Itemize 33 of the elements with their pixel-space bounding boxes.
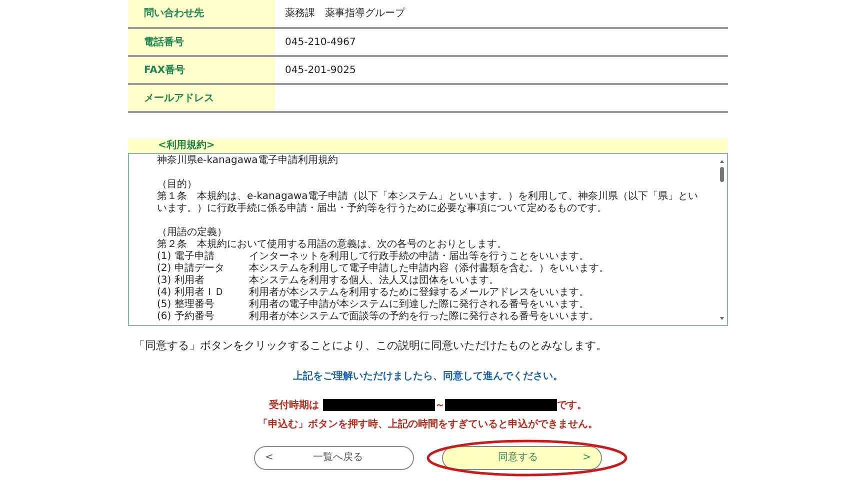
- definition-text: 本システムを利用して電子申請した申請内容（添付書類を含む。）をいいます。: [249, 263, 609, 274]
- field-value: 045-210-4967: [275, 28, 728, 56]
- definition-text: 利用者が本システムで面談等の予約を行った際に発行される番号をいいます。: [249, 311, 599, 323]
- warning-text: 「申込む」ボタンを押す時、上記の時間をすぎていると申込ができません。: [257, 418, 599, 432]
- terms-line: 第２条 本規約において使用する用語の意義は、次の各号のとおりとします。: [157, 239, 508, 250]
- definition-text: 利用者の電子申請が本システムに到達した際に発行される番号をいいます。: [249, 299, 589, 310]
- back-button[interactable]: < 一覧へ戻る: [254, 446, 414, 470]
- definition-term: (2) 申請データ: [157, 263, 226, 274]
- agree-button[interactable]: 同意する >: [442, 446, 602, 470]
- terms-line: 神奈川県e-kanagawa電子申請利用規約: [157, 155, 339, 167]
- definition-text: 利用者が本システムを利用するために登録するメールアドレスをいいます。: [249, 287, 589, 298]
- definition-term: (1) 電子申請: [157, 251, 216, 262]
- terms-line: 第１条 本規約は、e-kanagawa電子申請（以下「本システム」といいます。）を利用して、神奈川県（以下「県」といいます。）に行政手続に係る申請・届出・予約等を行うために必要な事項について定めるものです。: [157, 191, 699, 215]
- field-label: FAX番号: [128, 56, 275, 84]
- definition-term: (6) 予約番号: [157, 311, 216, 323]
- field-label: 電話番号: [128, 28, 275, 56]
- field-label: メールアドレス: [128, 84, 275, 112]
- consent-note: 「同意する」ボタンをクリックすることにより、この説明に同意いただけたものとみなします。: [134, 338, 608, 354]
- period-suffix: です。: [557, 400, 587, 410]
- definition-term: (4) 利用者ＩＤ: [157, 287, 226, 298]
- definition-text: インターネットを利用して行政手続の申請・届出等を行うことをいいます。: [249, 251, 589, 262]
- period-label: 受付時期は: [269, 400, 319, 410]
- field-value: 薬務課 薬事指導グループ: [275, 0, 728, 28]
- terms-line: （目的）: [157, 179, 197, 191]
- field-value: 045-201-9025: [275, 56, 728, 84]
- period-separator: ～: [435, 400, 445, 410]
- definition-term: (3) 利用者: [157, 275, 206, 286]
- terms-line: （用語の定義）: [157, 227, 228, 238]
- definition-text: 本システムを利用する個人、法人又は団体をいいます。: [249, 275, 499, 286]
- terms-heading: <利用規約>: [128, 139, 728, 153]
- instruction-text: 上記をご理解いただけましたら、同意して進んでください。: [292, 370, 564, 384]
- definition-term: (5) 整理番号: [157, 299, 216, 310]
- field-label: 問い合わせ先: [128, 0, 275, 28]
